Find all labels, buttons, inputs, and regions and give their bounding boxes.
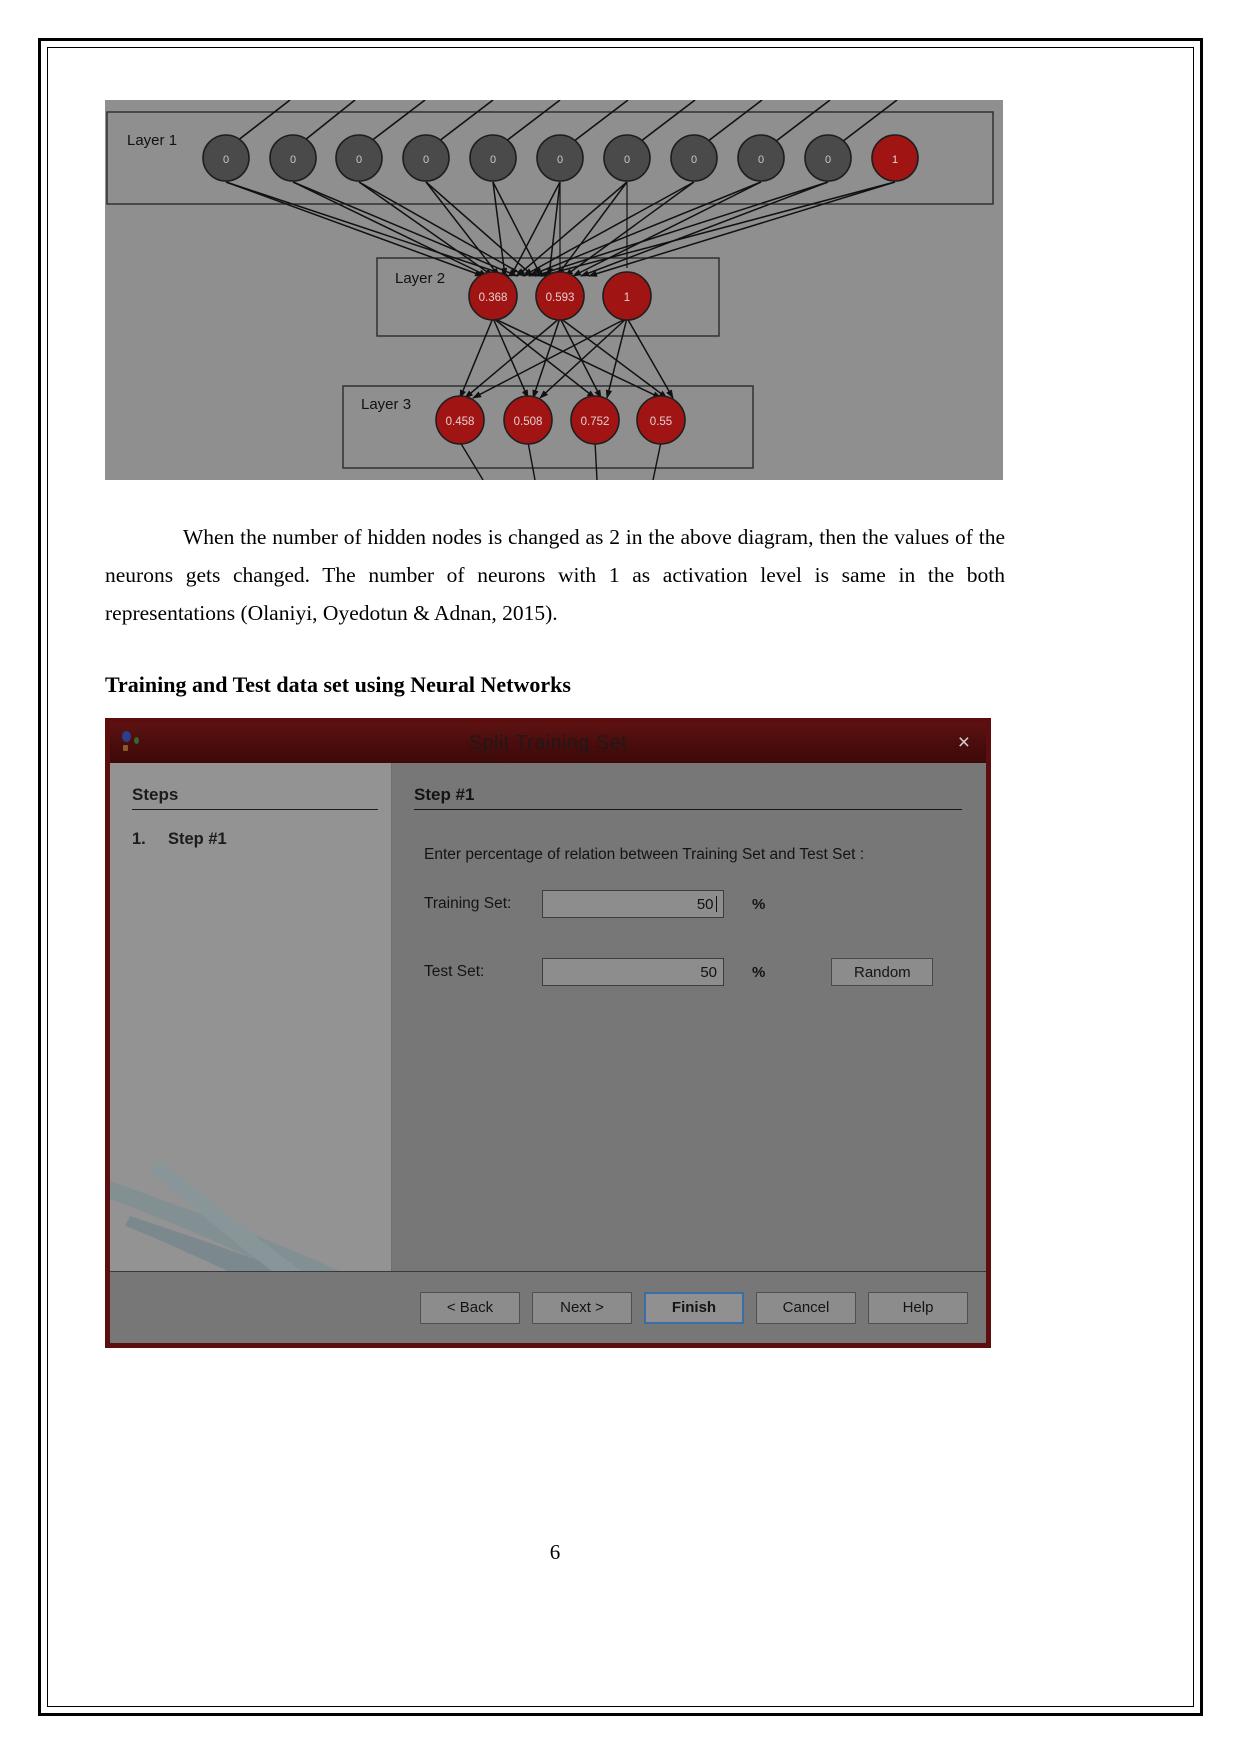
svg-text:0: 0 bbox=[758, 154, 764, 166]
test-set-unit: % bbox=[752, 963, 766, 981]
layer2-label: Layer 2 bbox=[395, 270, 445, 287]
svg-text:0.593: 0.593 bbox=[546, 292, 575, 304]
step-heading: Step #1 bbox=[414, 785, 962, 810]
section-heading: Training and Test data set using Neural … bbox=[105, 672, 571, 697]
test-set-label: Test Set: bbox=[424, 963, 485, 980]
wizard-watermark-graphic bbox=[110, 1161, 340, 1271]
svg-text:1: 1 bbox=[624, 292, 630, 304]
svg-text:0: 0 bbox=[490, 154, 496, 166]
layer1-nodes: 0 0 0 0 0 0 0 0 0 0 1 bbox=[202, 134, 919, 182]
orange-dot-icon bbox=[123, 745, 128, 751]
step-number: 1. bbox=[132, 830, 146, 848]
dialog-body: Steps 1. Step #1 Step #1 Enter percentag… bbox=[110, 763, 986, 1271]
page-content: 0 0 0 0 0 0 0 0 0 0 1 0.368 0.593 1 0.45… bbox=[105, 100, 1005, 1564]
svg-text:0: 0 bbox=[423, 154, 429, 166]
dialog-footer: < Back Next > Finish Cancel Help bbox=[110, 1271, 986, 1343]
step-label: Step #1 bbox=[168, 830, 227, 848]
page-number: 6 bbox=[549, 1540, 561, 1564]
svg-text:1: 1 bbox=[892, 154, 898, 166]
step-content-pane: Step #1 Enter percentage of relation bet… bbox=[392, 763, 986, 1271]
test-set-input[interactable]: 50 bbox=[542, 958, 724, 986]
dialog-window: Split Training Set × Steps 1. Step #1 St… bbox=[110, 723, 986, 1343]
training-set-input[interactable]: 50 bbox=[542, 890, 724, 918]
training-set-unit: % bbox=[752, 895, 766, 913]
steps-sidebar: Steps 1. Step #1 bbox=[110, 763, 392, 1271]
steps-list: 1. Step #1 bbox=[132, 830, 369, 849]
layer3-nodes: 0.458 0.508 0.752 0.55 bbox=[435, 395, 686, 445]
svg-text:0.458: 0.458 bbox=[446, 416, 475, 428]
app-icon bbox=[120, 729, 150, 755]
close-icon[interactable]: × bbox=[958, 732, 970, 753]
test-set-row: Test Set: 50 % Random bbox=[424, 958, 962, 986]
steps-heading: Steps bbox=[132, 785, 378, 810]
neural-network-figure: 0 0 0 0 0 0 0 0 0 0 1 0.368 0.593 1 0.45… bbox=[105, 100, 1003, 480]
svg-text:0: 0 bbox=[825, 154, 831, 166]
next-button[interactable]: Next > bbox=[532, 1291, 632, 1324]
training-set-value: 50 bbox=[696, 895, 714, 913]
cancel-button[interactable]: Cancel bbox=[756, 1291, 856, 1324]
svg-text:0.752: 0.752 bbox=[581, 416, 610, 428]
body-paragraph: When the number of hidden nodes is chang… bbox=[105, 525, 1005, 625]
instruction-text: Enter percentage of relation between Tra… bbox=[424, 846, 865, 863]
svg-text:0.508: 0.508 bbox=[514, 416, 543, 428]
neural-network-svg: 0 0 0 0 0 0 0 0 0 0 1 0.368 0.593 1 0.45… bbox=[106, 100, 994, 480]
green-dot-icon bbox=[134, 737, 139, 744]
layer1-label: Layer 1 bbox=[127, 132, 177, 149]
svg-text:0: 0 bbox=[691, 154, 697, 166]
svg-text:0: 0 bbox=[290, 154, 296, 166]
finish-button[interactable]: Finish bbox=[644, 1291, 744, 1324]
test-set-value: 50 bbox=[700, 963, 717, 981]
svg-text:0: 0 bbox=[624, 154, 630, 166]
text-caret bbox=[715, 896, 717, 912]
blue-dot-icon bbox=[122, 731, 131, 742]
layer2-nodes: 0.368 0.593 1 bbox=[468, 271, 652, 321]
svg-text:0: 0 bbox=[557, 154, 563, 166]
random-button[interactable]: Random bbox=[831, 958, 934, 986]
split-training-set-dialog: Split Training Set × Steps 1. Step #1 St… bbox=[105, 718, 991, 1348]
svg-text:0.55: 0.55 bbox=[650, 416, 672, 428]
sidebar-item-step1[interactable]: 1. Step #1 bbox=[132, 830, 369, 849]
dialog-titlebar[interactable]: Split Training Set × bbox=[110, 723, 986, 763]
training-set-label: Training Set: bbox=[424, 895, 512, 912]
back-button[interactable]: < Back bbox=[420, 1291, 520, 1324]
help-button[interactable]: Help bbox=[868, 1291, 968, 1324]
layer3-label: Layer 3 bbox=[361, 396, 411, 413]
svg-text:0.368: 0.368 bbox=[479, 292, 508, 304]
training-set-row: Training Set: 50 % bbox=[424, 890, 962, 918]
dialog-title: Split Training Set bbox=[468, 731, 628, 754]
svg-text:0: 0 bbox=[223, 154, 229, 166]
svg-text:0: 0 bbox=[356, 154, 362, 166]
